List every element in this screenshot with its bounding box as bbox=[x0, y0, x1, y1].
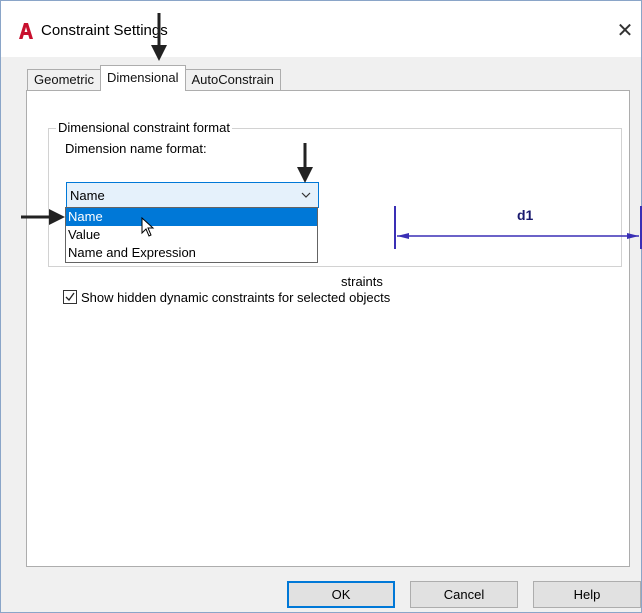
help-button[interactable]: Help bbox=[533, 581, 641, 608]
close-icon[interactable]: ✕ bbox=[613, 17, 637, 43]
dialog-button-row: OK Cancel Help bbox=[1, 581, 641, 609]
tab-geometric[interactable]: Geometric bbox=[27, 69, 101, 91]
dimension-preview: d1 bbox=[393, 205, 642, 265]
show-hidden-constraints-row[interactable]: Show hidden dynamic constraints for sele… bbox=[63, 288, 390, 306]
name-format-value: Name bbox=[70, 188, 105, 203]
tab-autoconstrain[interactable]: AutoConstrain bbox=[184, 69, 281, 91]
partially-hidden-label: straints bbox=[341, 274, 383, 289]
dimension-label: d1 bbox=[517, 207, 534, 223]
dropdown-option-name-and-expression[interactable]: Name and Expression bbox=[66, 244, 317, 262]
dropdown-option-name[interactable]: Name bbox=[66, 208, 317, 226]
show-hidden-checkbox[interactable] bbox=[63, 290, 77, 304]
tab-dimensional[interactable]: Dimensional bbox=[99, 65, 186, 91]
name-format-dropdown-list[interactable]: Name Value Name and Expression bbox=[65, 207, 318, 263]
checkmark-icon bbox=[65, 292, 75, 302]
annotation-arrow-down-icon bbox=[297, 143, 313, 183]
mouse-cursor-icon bbox=[141, 217, 155, 237]
name-format-select[interactable]: Name bbox=[66, 182, 319, 208]
constraint-settings-dialog: Constraint Settings ✕ Geometric Dimensio… bbox=[0, 0, 642, 613]
cancel-button[interactable]: Cancel bbox=[410, 581, 518, 608]
ok-button[interactable]: OK bbox=[287, 581, 395, 608]
annotation-arrow-right-icon bbox=[21, 209, 65, 225]
group-title: Dimensional constraint format bbox=[56, 120, 232, 135]
annotation-arrow-down-icon bbox=[151, 13, 167, 61]
show-hidden-label: Show hidden dynamic constraints for sele… bbox=[81, 289, 391, 305]
dimensional-tab-panel: Dimensional constraint format Dimension … bbox=[26, 90, 642, 567]
title-bar[interactable]: Constraint Settings ✕ bbox=[1, 1, 641, 57]
autocad-a-icon bbox=[19, 23, 33, 39]
name-format-label: Dimension name format: bbox=[65, 141, 207, 156]
dropdown-option-value[interactable]: Value bbox=[66, 226, 317, 244]
